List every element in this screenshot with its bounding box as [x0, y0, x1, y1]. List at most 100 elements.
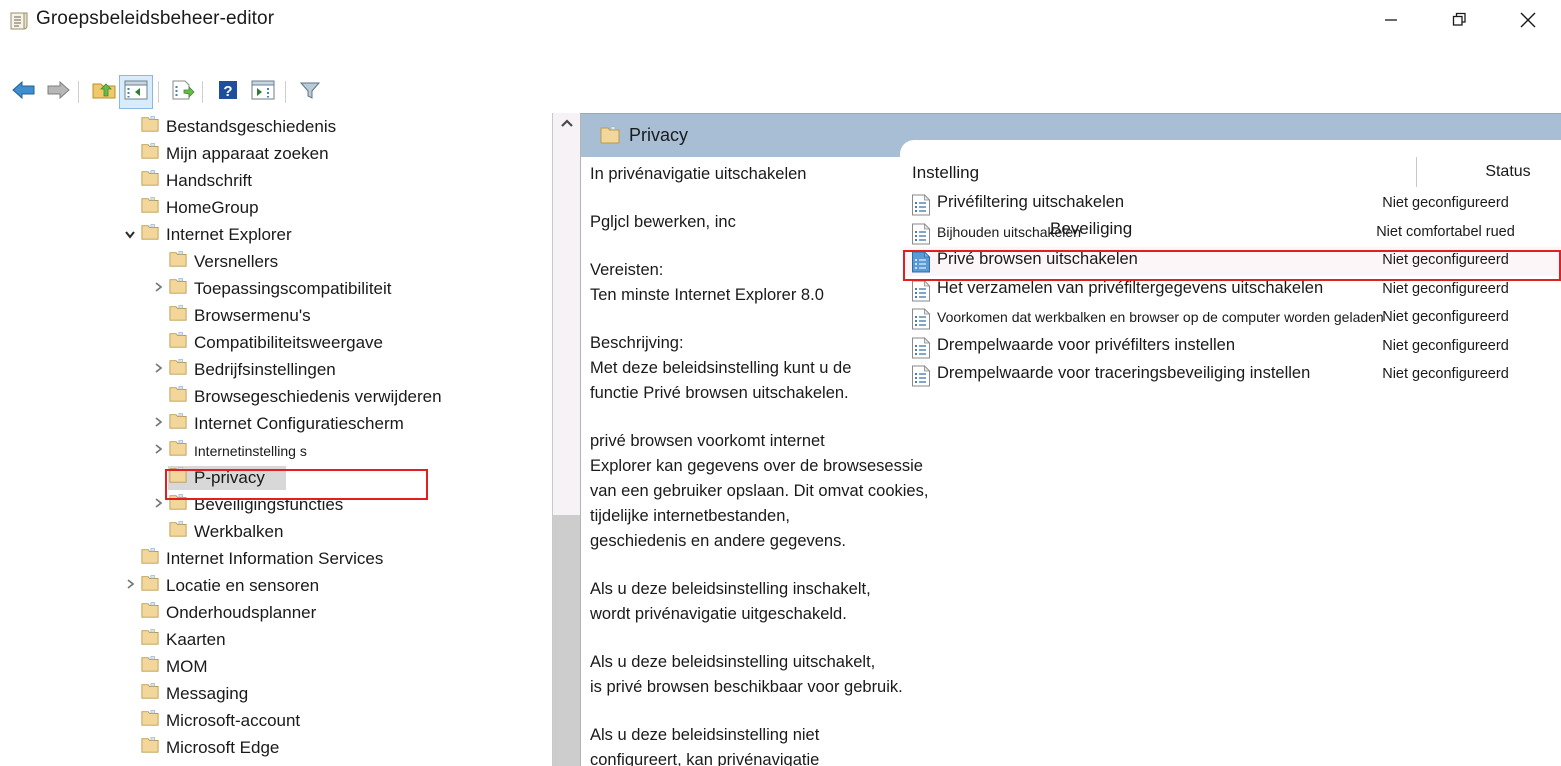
restore-button[interactable] — [1437, 0, 1483, 40]
tree-item-label: MOM — [166, 656, 208, 676]
chevron-right-icon[interactable] — [148, 497, 168, 512]
filter-button[interactable] — [293, 75, 327, 109]
properties-button[interactable] — [246, 75, 280, 109]
table-row[interactable]: Privé browsen uitschakelen Niet geconfigu… — [903, 247, 1561, 276]
tree-item-label: Handschrift — [166, 170, 252, 190]
close-icon — [1518, 10, 1538, 30]
folder-icon — [140, 169, 160, 192]
tree-item-browsermenu-s[interactable]: Browsermenu's — [0, 302, 552, 329]
chevron-up-icon — [560, 116, 574, 134]
setting-name: Drempelwaarde voor traceringsbeveiliging… — [937, 364, 1311, 382]
tree-item-label: Microsoft Edge — [166, 737, 280, 757]
tree-item-messaging[interactable]: Messaging — [0, 680, 552, 707]
scroll-up-button[interactable] — [553, 113, 580, 137]
paragraph-3-line-2: wordt privénavigatie uitgeschakeld. — [590, 605, 847, 623]
folder-icon — [140, 655, 160, 678]
tree-item-beveiligingsfuncties[interactable]: Beveiligingsfuncties — [0, 491, 552, 518]
menu-bar: Bestand Actie Weergeven Help — [0, 40, 1561, 106]
tree-item-werkbalken[interactable]: Werkbalken — [0, 518, 552, 545]
paragraph-2-line-5: geschiedenis en andere gegevens. — [590, 532, 846, 550]
folder-icon — [168, 331, 188, 354]
tree-scrollbar[interactable] — [552, 113, 580, 766]
tree-item-mom[interactable]: MOM — [0, 653, 552, 680]
minimize-button[interactable] — [1368, 0, 1414, 40]
paragraph-2-line-3: van een gebruiker opslaan. Dit omvat coo… — [590, 482, 929, 500]
tree-item-kaarten[interactable]: Kaarten — [0, 626, 552, 653]
folder-icon — [140, 574, 160, 597]
chevron-right-icon[interactable] — [120, 578, 140, 593]
tree-item-label: Internet Information Services — [166, 548, 384, 568]
help-button[interactable]: ? — [211, 75, 245, 109]
up-folder-button[interactable] — [87, 75, 121, 109]
tree-item-mijn-apparaat-zoeken[interactable]: Mijn apparaat zoeken — [0, 140, 552, 167]
status-value: Niet geconfigureerd — [1382, 309, 1509, 325]
requirements-value: Ten minste Internet Explorer 8.0 — [590, 286, 824, 304]
tree-item-internet-explorer[interactable]: Internet Explorer — [0, 221, 552, 248]
tree-item-label: Kaarten — [166, 629, 226, 649]
tree-item-browsegeschiedenis-verwijderen[interactable]: Browsegeschiedenis verwijderen — [0, 383, 552, 410]
tree-item-bedrijfsinstellingen[interactable]: Bedrijfsinstellingen — [0, 356, 552, 383]
settings-rows: Privéfiltering uitschakelen Niet geconfig… — [903, 190, 1561, 390]
show-hide-tree-button[interactable] — [119, 75, 153, 109]
table-row[interactable]: Het verzamelen van privéfiltergegevens u… — [903, 276, 1561, 305]
table-row[interactable]: Drempelwaarde voor privéfilters instelle… — [903, 333, 1561, 362]
paragraph-5: Als u deze beleidsinstelling niet config… — [590, 723, 910, 766]
paragraph-2-line-4: tijdelijke internetbestanden, — [590, 507, 790, 525]
export-list-button[interactable] — [166, 75, 200, 109]
tree-item-locatie-en-sensoren[interactable]: Locatie en sensoren — [0, 572, 552, 599]
policy-title: In privénavigatie uitschakelen — [590, 165, 807, 183]
chevron-right-icon[interactable] — [148, 362, 168, 377]
table-row[interactable]: Bijhouden uitschakelen Beveiliging Niet co… — [903, 219, 1561, 248]
column-divider[interactable] — [1416, 157, 1417, 187]
scrollbar-thumb[interactable] — [553, 515, 580, 766]
tree-item-label: Microsoft-account — [166, 710, 301, 730]
folder-icon — [168, 277, 188, 300]
tree-item-internet-information-services[interactable]: Internet Information Services — [0, 545, 552, 572]
setting-name: Privéfiltering uitschakelen — [937, 193, 1125, 211]
tree-item-internet-configuratiescherm[interactable]: Internet Configuratiescherm — [0, 410, 552, 437]
up-folder-icon — [91, 79, 117, 106]
table-row[interactable]: Voorkomen dat werkbalken en browser op d… — [903, 304, 1561, 333]
tree-item-handschrift[interactable]: Handschrift — [0, 167, 552, 194]
tree-item-toepassingscompatibiliteit[interactable]: Toepassingscompatibiliteit — [0, 275, 552, 302]
folder-icon — [168, 493, 188, 516]
tree-item-content: Werkbalken — [0, 520, 283, 543]
chevron-right-icon[interactable] — [148, 281, 168, 296]
paragraph-5-line-2: configureert, kan privénavigatie — [590, 751, 820, 766]
folder-icon — [140, 223, 160, 246]
minimize-icon — [1383, 12, 1399, 28]
table-row[interactable]: Privéfiltering uitschakelen Niet geconfig… — [903, 190, 1561, 219]
tree-item-content: Internet Configuratiescherm — [0, 412, 404, 435]
description-label: Beschrijving: — [590, 334, 684, 352]
tree-item-label: Browsegeschiedenis verwijderen — [194, 386, 442, 406]
folder-icon — [168, 304, 188, 327]
folder-icon — [140, 547, 160, 570]
tree-item-bestandsgeschiedenis[interactable]: Bestandsgeschiedenis — [0, 113, 552, 140]
tree-item-versnellers[interactable]: Versnellers — [0, 248, 552, 275]
edit-policy-link[interactable]: Pgljcl bewerken, inc — [590, 210, 910, 235]
chevron-down-icon[interactable] — [120, 227, 140, 242]
close-button[interactable] — [1505, 0, 1551, 40]
tree-item-onderhoudsplanner[interactable]: Onderhoudsplanner — [0, 599, 552, 626]
folder-icon — [168, 520, 188, 543]
chevron-right-icon[interactable] — [148, 416, 168, 431]
folder-icon — [168, 466, 188, 489]
tree-item-p-privacy[interactable]: P-privacy — [0, 464, 552, 491]
folder-icon — [168, 250, 188, 273]
tree-item-microsoft-account[interactable]: Microsoft-account — [0, 707, 552, 734]
tree-item-internetinstelling-s[interactable]: Internetinstelling s — [0, 437, 552, 464]
folder-icon — [168, 358, 188, 381]
tree-item-compatibiliteitsweergave[interactable]: Compatibiliteitsweergave — [0, 329, 552, 356]
table-row[interactable]: Drempelwaarde voor traceringsbeveiliging… — [903, 361, 1561, 390]
tree-item-homegroup[interactable]: HomeGroup — [0, 194, 552, 221]
chevron-right-icon[interactable] — [148, 443, 168, 458]
tree-item-microsoft-edge[interactable]: Microsoft Edge — [0, 734, 552, 761]
tree-item-label: Werkbalken — [194, 521, 284, 541]
paragraph-2-line-2: Explorer kan gegevens over de browsesess… — [590, 457, 923, 475]
forward-button[interactable] — [41, 75, 75, 109]
tree-item-label: Browsermenu's — [194, 305, 311, 325]
back-button[interactable] — [7, 75, 41, 109]
column-header-instelling[interactable]: Instelling — [912, 163, 979, 183]
column-header-status[interactable]: Status — [1463, 163, 1553, 181]
toolbar-separator-3 — [202, 81, 203, 103]
